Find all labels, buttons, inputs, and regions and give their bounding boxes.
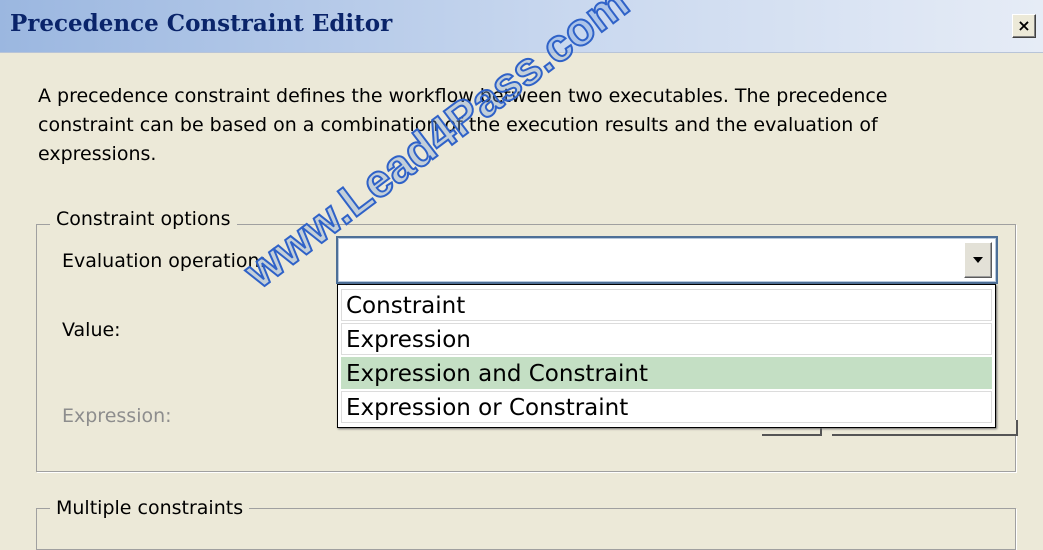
value-label: Value: (62, 319, 121, 341)
dropdown-option-expression[interactable]: Expression (341, 323, 992, 355)
dialog-description: A precedence constraint defines the work… (38, 85, 888, 165)
dialog-title: Precedence Constraint Editor (10, 10, 393, 37)
close-button[interactable]: × (1012, 14, 1036, 38)
dropdown-option-expression-and-constraint[interactable]: Expression and Constraint (341, 357, 992, 389)
evaluation-operation-dropdown-list: Constraint Expression Expression and Con… (337, 284, 996, 428)
constraint-options-legend: Constraint options (50, 208, 237, 230)
expression-label: Expression: (62, 405, 172, 427)
dropdown-option-expression-or-constraint[interactable]: Expression or Constraint (341, 391, 992, 423)
evaluation-operation-label: Evaluation operation: (62, 250, 266, 272)
close-icon: × (1017, 16, 1031, 35)
multiple-constraints-legend: Multiple constraints (50, 497, 250, 519)
dropdown-option-constraint[interactable]: Constraint (341, 289, 992, 321)
evaluation-operation-combobox[interactable] (336, 236, 998, 284)
title-bar: Precedence Constraint Editor × (0, 0, 1043, 53)
chevron-down-icon[interactable] (964, 242, 992, 278)
